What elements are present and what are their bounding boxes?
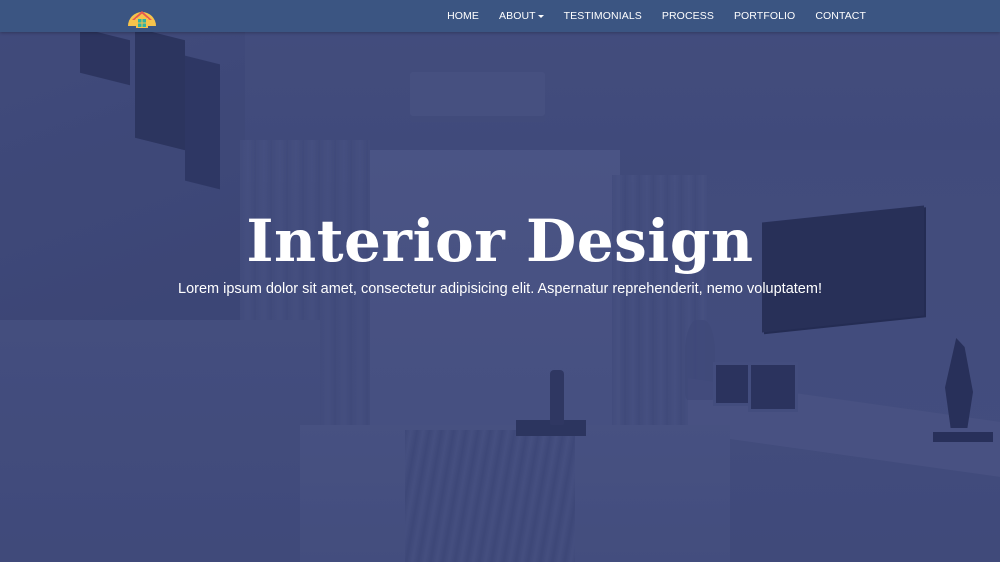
nav-process[interactable]: PROCESS bbox=[652, 10, 724, 22]
nav-portfolio-label: PORTFOLIO bbox=[733, 10, 796, 22]
nav-portfolio[interactable]: PORTFOLIO bbox=[724, 10, 805, 22]
hero-section: HOME ABOUT TESTIMONIALS PROCESS PORTFOLI… bbox=[0, 0, 1000, 562]
logo-link[interactable] bbox=[126, 2, 158, 30]
hero-content: Interior Design Lorem ipsum dolor sit am… bbox=[0, 205, 1000, 299]
nav-process-label: PROCESS bbox=[661, 10, 714, 22]
main-nav: HOME ABOUT TESTIMONIALS PROCESS PORTFOLI… bbox=[437, 0, 876, 32]
nav-about[interactable]: ABOUT bbox=[489, 10, 554, 22]
navbar: HOME ABOUT TESTIMONIALS PROCESS PORTFOLI… bbox=[0, 0, 1000, 32]
nav-home[interactable]: HOME bbox=[437, 10, 489, 22]
hero-subtitle: Lorem ipsum dolor sit amet, consectetur … bbox=[178, 281, 822, 297]
nav-contact-label: CONTACT bbox=[815, 10, 866, 22]
house-sunset-icon bbox=[128, 11, 156, 28]
nav-testimonials-label: TESTIMONIALS bbox=[563, 10, 642, 22]
nav-contact[interactable]: CONTACT bbox=[805, 10, 876, 22]
nav-testimonials[interactable]: TESTIMONIALS bbox=[554, 10, 652, 22]
nav-about-label: ABOUT bbox=[499, 10, 536, 22]
caret-down-icon bbox=[537, 15, 544, 18]
nav-home-label: HOME bbox=[447, 10, 479, 22]
hero-title: Interior Design bbox=[246, 207, 754, 275]
